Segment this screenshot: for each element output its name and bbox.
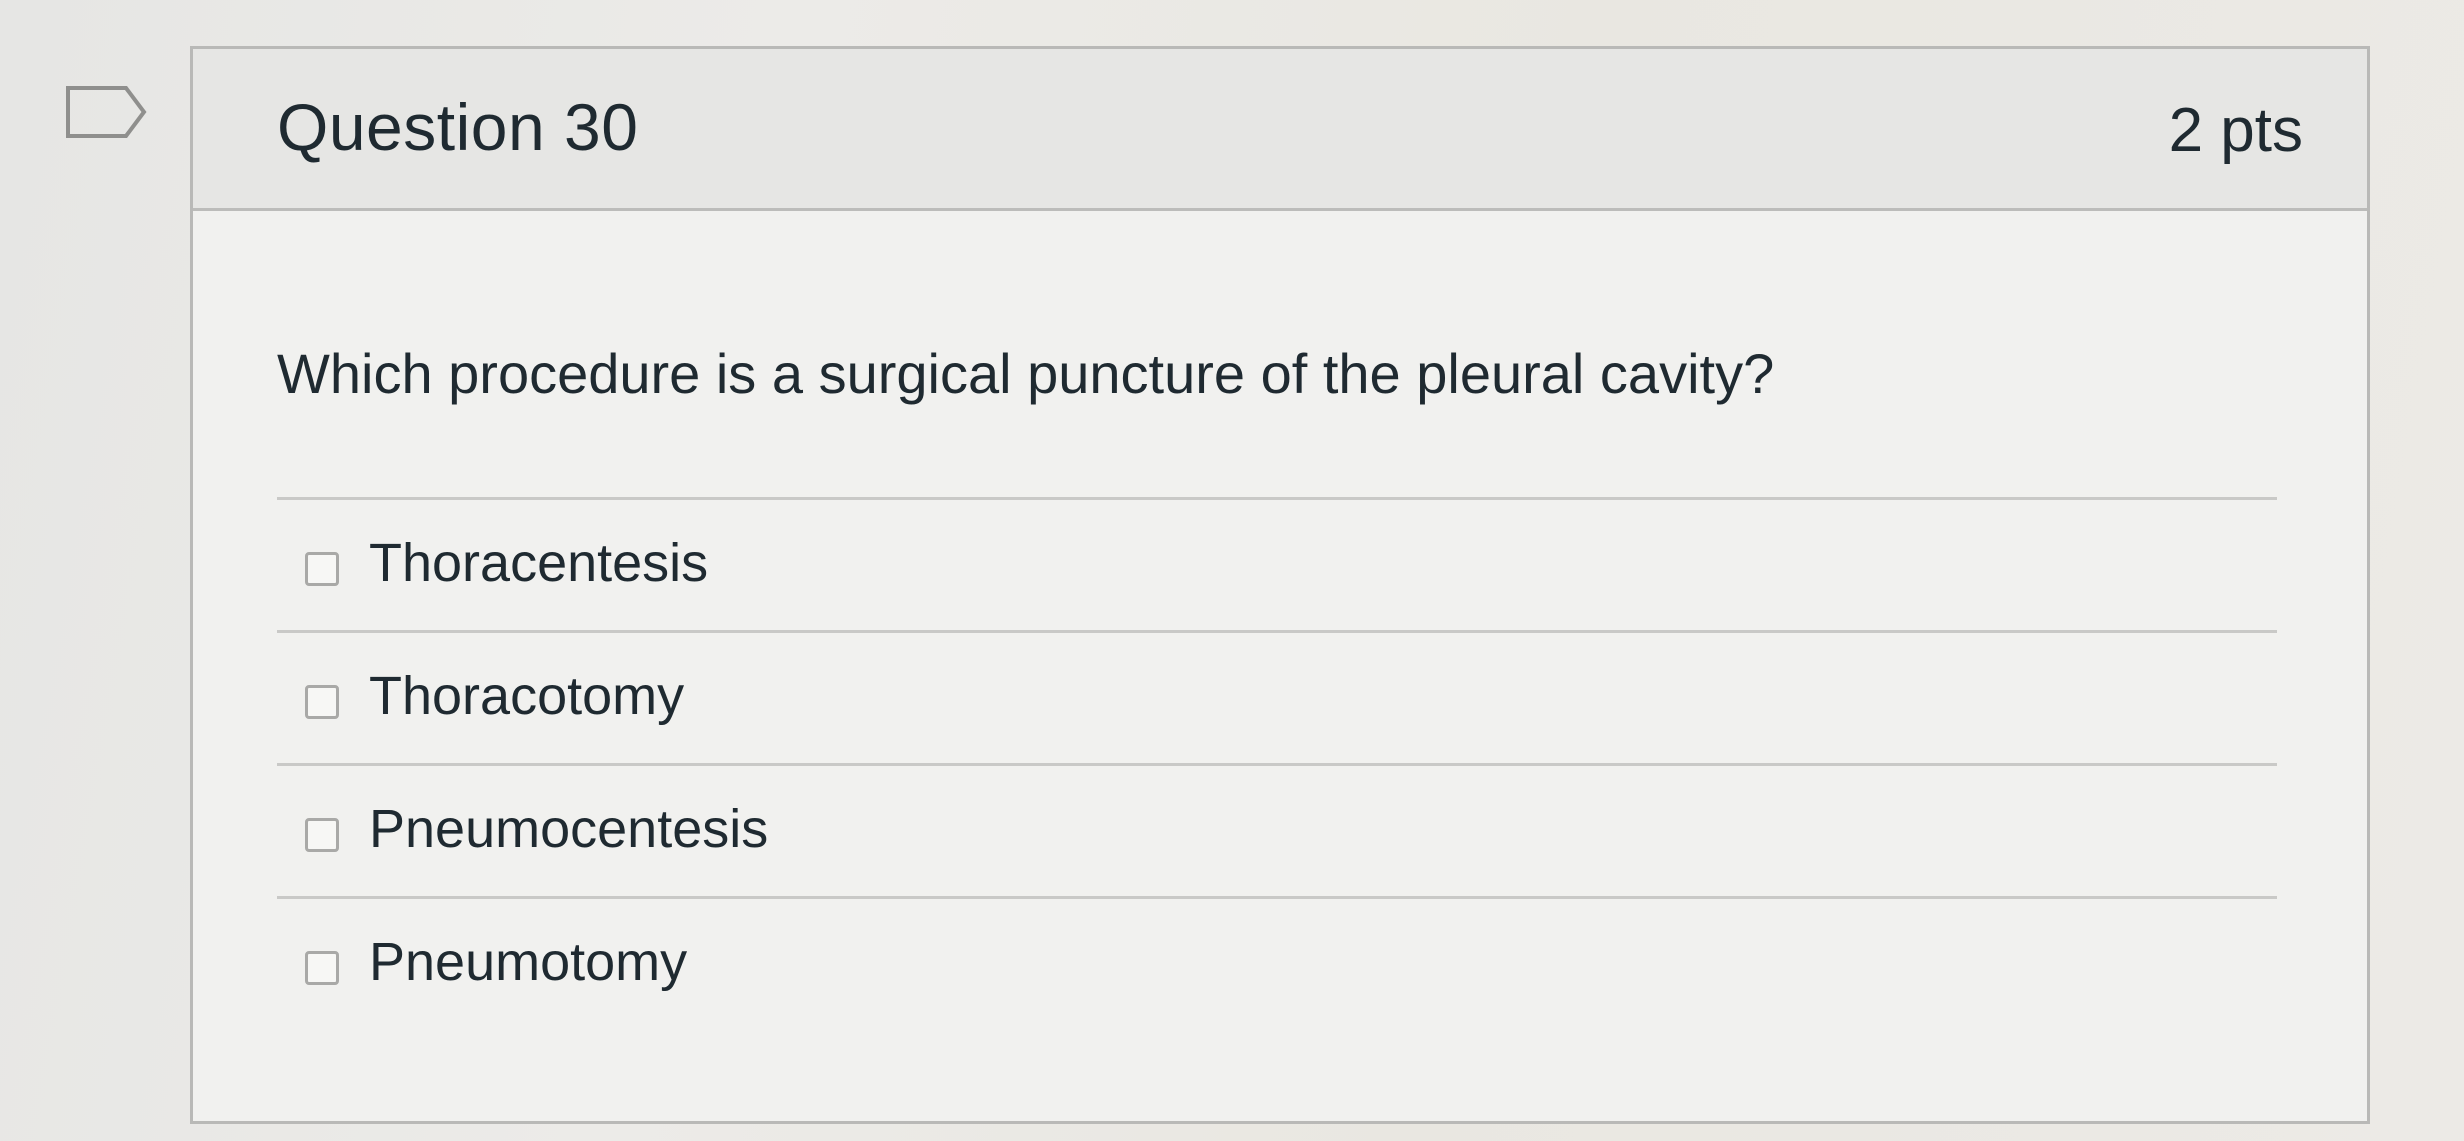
answer-option-thoracotomy[interactable]: Thoracotomy: [277, 633, 2277, 766]
checkbox-icon[interactable]: [305, 552, 339, 586]
answer-label[interactable]: Pneumocentesis: [369, 794, 768, 864]
answer-label[interactable]: Thoracotomy: [369, 661, 684, 731]
question-points: 2 pts: [2168, 96, 2303, 165]
answer-option-thoracentesis[interactable]: Thoracentesis: [277, 500, 2277, 633]
answer-label[interactable]: Thoracentesis: [369, 528, 708, 598]
question-text: Which procedure is a surgical puncture o…: [277, 342, 1775, 405]
checkbox-icon[interactable]: [305, 818, 339, 852]
checkbox-icon[interactable]: [305, 685, 339, 719]
answer-option-pneumocentesis[interactable]: Pneumocentesis: [277, 766, 2277, 899]
checkbox-icon[interactable]: [305, 951, 339, 985]
question-header: Question 30 2 pts: [193, 49, 2367, 211]
answer-option-pneumotomy[interactable]: Pneumotomy: [277, 899, 2277, 1032]
question-title: Question 30: [277, 90, 639, 164]
answer-list: Thoracentesis Thoracotomy Pneumocentesis…: [277, 497, 2277, 1032]
answer-label[interactable]: Pneumotomy: [369, 927, 687, 997]
question-card: Question 30 2 pts Which procedure is a s…: [190, 46, 2370, 1124]
flag-question-icon[interactable]: [64, 84, 148, 140]
